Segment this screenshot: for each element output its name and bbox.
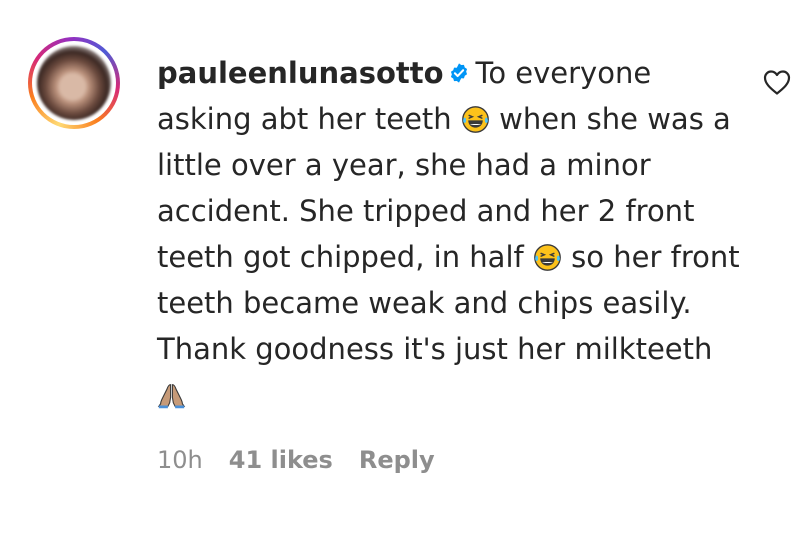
comment-time[interactable]: 10h	[157, 446, 203, 474]
laughing-tears-emoji	[462, 106, 489, 133]
verified-badge-icon	[450, 63, 467, 83]
reply-button[interactable]: Reply	[359, 446, 435, 474]
heart-icon[interactable]	[762, 68, 792, 96]
likes-count[interactable]: 41 likes	[229, 446, 333, 474]
comment-username[interactable]: pauleenlunasotto	[157, 56, 444, 90]
avatar-frame	[32, 41, 116, 125]
laughing-tears-emoji	[534, 244, 561, 271]
avatar[interactable]	[28, 37, 120, 129]
comment-body: pauleenlunasotto To everyone asking abt h…	[157, 50, 747, 418]
avatar-photo	[37, 46, 111, 120]
comment-meta: 10h 41 likes Reply	[157, 446, 435, 474]
praying-hands-emoji	[157, 384, 186, 409]
